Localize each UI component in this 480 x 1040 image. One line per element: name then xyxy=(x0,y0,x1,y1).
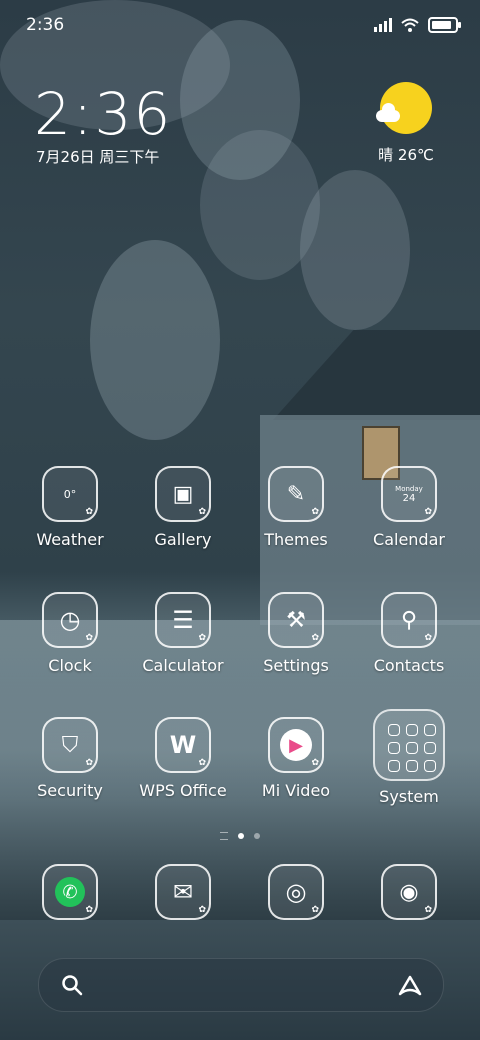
messages-icon: ✉ ✿ xyxy=(155,864,211,920)
signal-icon xyxy=(374,18,392,32)
wifi-icon xyxy=(401,18,419,32)
app-label: Mi Video xyxy=(261,781,331,800)
mi-video-icon: ▶ ✿ xyxy=(268,717,324,773)
status-icons xyxy=(374,17,461,33)
app-label: Contacts xyxy=(373,656,445,675)
app-calculator[interactable]: ☰ ✿ Calculator xyxy=(133,592,233,675)
camera-icon: ◉ ✿ xyxy=(381,864,437,920)
dock-browser[interactable]: ◎ ✿ xyxy=(246,864,346,920)
app-weather[interactable]: 0° ✿ Weather xyxy=(20,466,120,549)
clock-icon: ◷ ✿ xyxy=(42,592,98,648)
dock-camera[interactable]: ◉ ✿ xyxy=(359,864,459,920)
page-indicator-feed[interactable] xyxy=(220,832,228,840)
status-time: 2:36 xyxy=(26,15,65,35)
weather-condition: 晴 xyxy=(378,146,394,164)
clock-widget-time[interactable]: 2:36 xyxy=(34,80,172,148)
app-wps-office[interactable]: W ✿ WPS Office xyxy=(133,717,233,800)
security-shield-icon: ⛉ ✿ xyxy=(42,717,98,773)
assistant-icon[interactable] xyxy=(397,973,423,997)
browser-planet-icon: ◎ ✿ xyxy=(268,864,324,920)
settings-wrench-icon: ⚒ ✿ xyxy=(268,592,324,648)
app-gallery[interactable]: ▣ ✿ Gallery xyxy=(133,466,233,549)
phone-icon: ✆ ✿ xyxy=(42,864,98,920)
app-label: Weather xyxy=(36,530,104,549)
contacts-icon: ⚲ ✿ xyxy=(381,592,437,648)
page-indicator[interactable] xyxy=(0,832,480,840)
app-label: Security xyxy=(37,781,103,800)
clock-widget-date[interactable]: 7月26日 周三下午 xyxy=(36,146,159,167)
search-icon[interactable] xyxy=(61,974,83,996)
app-label: Clock xyxy=(48,656,92,675)
app-contacts[interactable]: ⚲ ✿ Contacts xyxy=(359,592,459,675)
weather-summary: 晴 26℃ xyxy=(366,144,446,165)
search-bar[interactable] xyxy=(38,958,444,1012)
system-folder-icon xyxy=(373,709,445,781)
wallpaper-flowers xyxy=(90,240,220,440)
app-themes[interactable]: ✎ ✿ Themes xyxy=(246,466,346,549)
weather-widget[interactable]: 晴 26℃ xyxy=(366,82,446,165)
status-bar: 2:36 xyxy=(26,14,461,36)
app-label: WPS Office xyxy=(139,781,227,800)
wps-office-icon: W ✿ xyxy=(155,717,211,773)
app-label: Settings xyxy=(263,656,329,675)
app-calendar[interactable]: Monday 24 ✿ Calendar xyxy=(359,466,459,549)
page-indicator-dot[interactable] xyxy=(254,833,260,839)
wallpaper-flowers xyxy=(200,130,320,280)
app-label: Calculator xyxy=(142,656,224,675)
battery-icon xyxy=(428,17,461,33)
app-clock[interactable]: ◷ ✿ Clock xyxy=(20,592,120,675)
app-settings[interactable]: ⚒ ✿ Settings xyxy=(246,592,346,675)
app-label: Themes xyxy=(264,530,328,549)
app-security[interactable]: ⛉ ✿ Security xyxy=(20,717,120,800)
battery-level xyxy=(432,21,451,29)
app-label: System xyxy=(379,787,439,806)
folder-system[interactable]: System xyxy=(359,709,459,806)
page-indicator-dot-active[interactable] xyxy=(238,833,244,839)
weather-icon: 0° ✿ xyxy=(42,466,98,522)
app-label: Gallery xyxy=(154,530,212,549)
wallpaper-house-roof xyxy=(273,330,480,420)
app-mi-video[interactable]: ▶ ✿ Mi Video xyxy=(246,717,346,800)
calendar-icon: Monday 24 ✿ xyxy=(381,466,437,522)
dock-phone[interactable]: ✆ ✿ xyxy=(20,864,120,920)
app-label: Calendar xyxy=(373,530,445,549)
dock-messages[interactable]: ✉ ✿ xyxy=(133,864,233,920)
weather-temperature: 26℃ xyxy=(397,146,434,164)
themes-icon: ✎ ✿ xyxy=(268,466,324,522)
gallery-icon: ▣ ✿ xyxy=(155,466,211,522)
calculator-icon: ☰ ✿ xyxy=(155,592,211,648)
sunny-cloud-icon xyxy=(376,82,432,134)
